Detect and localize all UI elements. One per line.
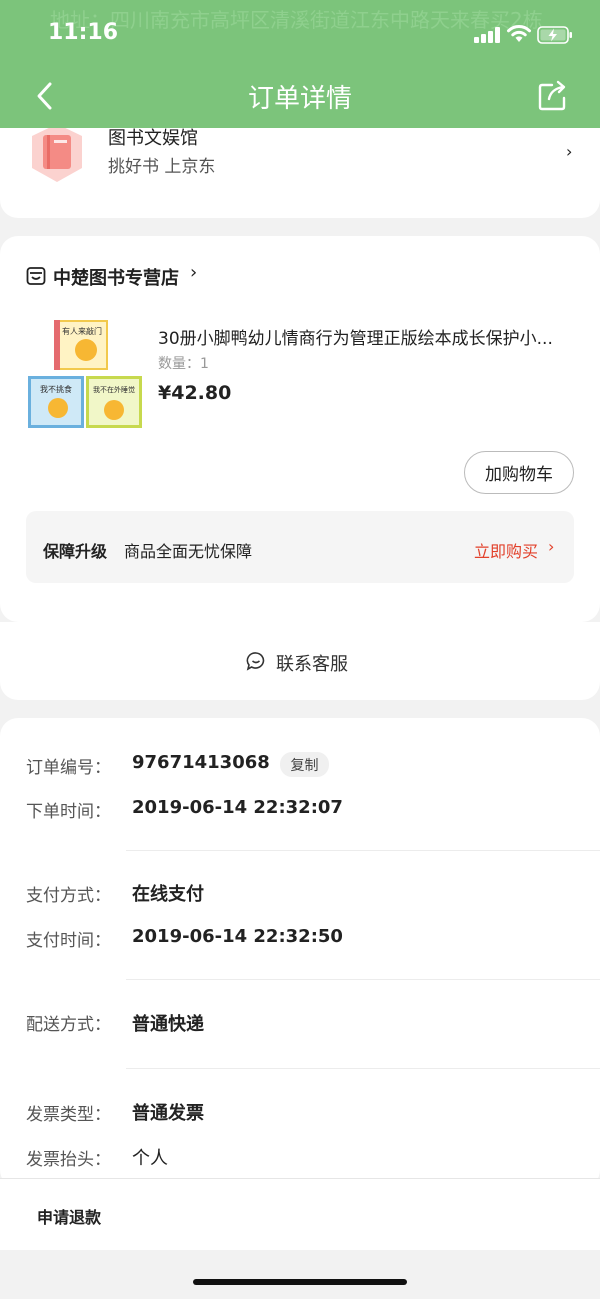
chevron-right-icon[interactable]: ›	[548, 537, 554, 556]
order-time-value: 2019-06-14 22:32:07	[132, 797, 343, 818]
ghost-address-text: 地址：四川南充市高坪区清溪街道江东中路天来春买2栋	[50, 8, 543, 32]
chevron-right-icon[interactable]: ›	[566, 142, 572, 161]
guarantee-banner[interactable]: 保障升级 商品全面无忧保障 立即购买 ›	[26, 511, 574, 583]
delivery-value: 普通快递	[132, 1014, 204, 1035]
product-price: ¥42.80	[158, 382, 232, 404]
product-title[interactable]: 30册小脚鸭幼儿情商行为管理正版绘本成长保护小...	[158, 324, 572, 349]
guarantee-label: 保障升级	[43, 542, 108, 561]
pay-time-value: 2019-06-14 22:32:50	[132, 926, 343, 947]
app-header: 地址：四川南充市高坪区清溪街道江东中路天来春买2栋 11:16 订单详情	[0, 0, 600, 128]
status-time: 11:16	[48, 20, 119, 45]
order-time-label: 下单时间：	[26, 802, 111, 822]
cover-text-1: 有人来敲门	[62, 326, 102, 336]
buy-now-link[interactable]: 立即购买	[474, 538, 538, 562]
brand-slogan: 挑好书 上京东	[108, 157, 216, 177]
cover-text-2: 我不挑食	[40, 384, 72, 394]
add-to-cart-button[interactable]: 加购物车	[464, 451, 574, 494]
battery-charging-icon	[537, 26, 572, 44]
pay-method-label: 支付方式：	[26, 886, 111, 906]
divider	[126, 979, 600, 980]
guarantee-desc: 商品全面无忧保障	[124, 542, 253, 561]
store-chevron-icon[interactable]: ›	[190, 262, 197, 283]
cover-text-3: 我不在外睡觉	[93, 385, 135, 394]
chat-bubble-icon	[246, 652, 265, 671]
invoice-title-label: 发票抬头：	[26, 1150, 111, 1170]
product-quantity: 数量：1	[158, 356, 209, 372]
home-indicator[interactable]	[193, 1279, 407, 1285]
signal-icon	[474, 27, 500, 43]
pay-time-label: 支付时间：	[26, 931, 111, 951]
copy-button[interactable]: 复制	[280, 752, 329, 777]
book-brand-icon	[32, 124, 82, 182]
contact-service-button[interactable]: 联系客服	[276, 650, 348, 676]
share-button[interactable]	[536, 78, 570, 112]
pay-method-value: 在线支付	[132, 884, 204, 905]
delivery-label: 配送方式：	[26, 1015, 111, 1035]
invoice-type-label: 发票类型：	[26, 1105, 111, 1125]
product-thumbnail[interactable]: 有人来敲门 我不挑食 我不在外睡觉	[26, 318, 144, 430]
store-name-link[interactable]: 中楚图书专营店	[53, 264, 179, 290]
invoice-title-value: 个人	[132, 1148, 168, 1169]
order-number-value: 97671413068	[132, 752, 270, 773]
divider	[126, 850, 600, 851]
bottom-action-bar: 申请退款	[0, 1178, 600, 1250]
store-icon	[26, 267, 46, 285]
home-indicator-area	[0, 1250, 600, 1299]
page-title: 订单详情	[247, 84, 352, 114]
request-refund-button[interactable]: 申请退款	[37, 1204, 101, 1228]
invoice-type-value: 普通发票	[132, 1103, 204, 1124]
order-number-label: 订单编号：	[26, 758, 111, 778]
divider	[126, 1068, 600, 1069]
wifi-icon	[507, 25, 531, 42]
